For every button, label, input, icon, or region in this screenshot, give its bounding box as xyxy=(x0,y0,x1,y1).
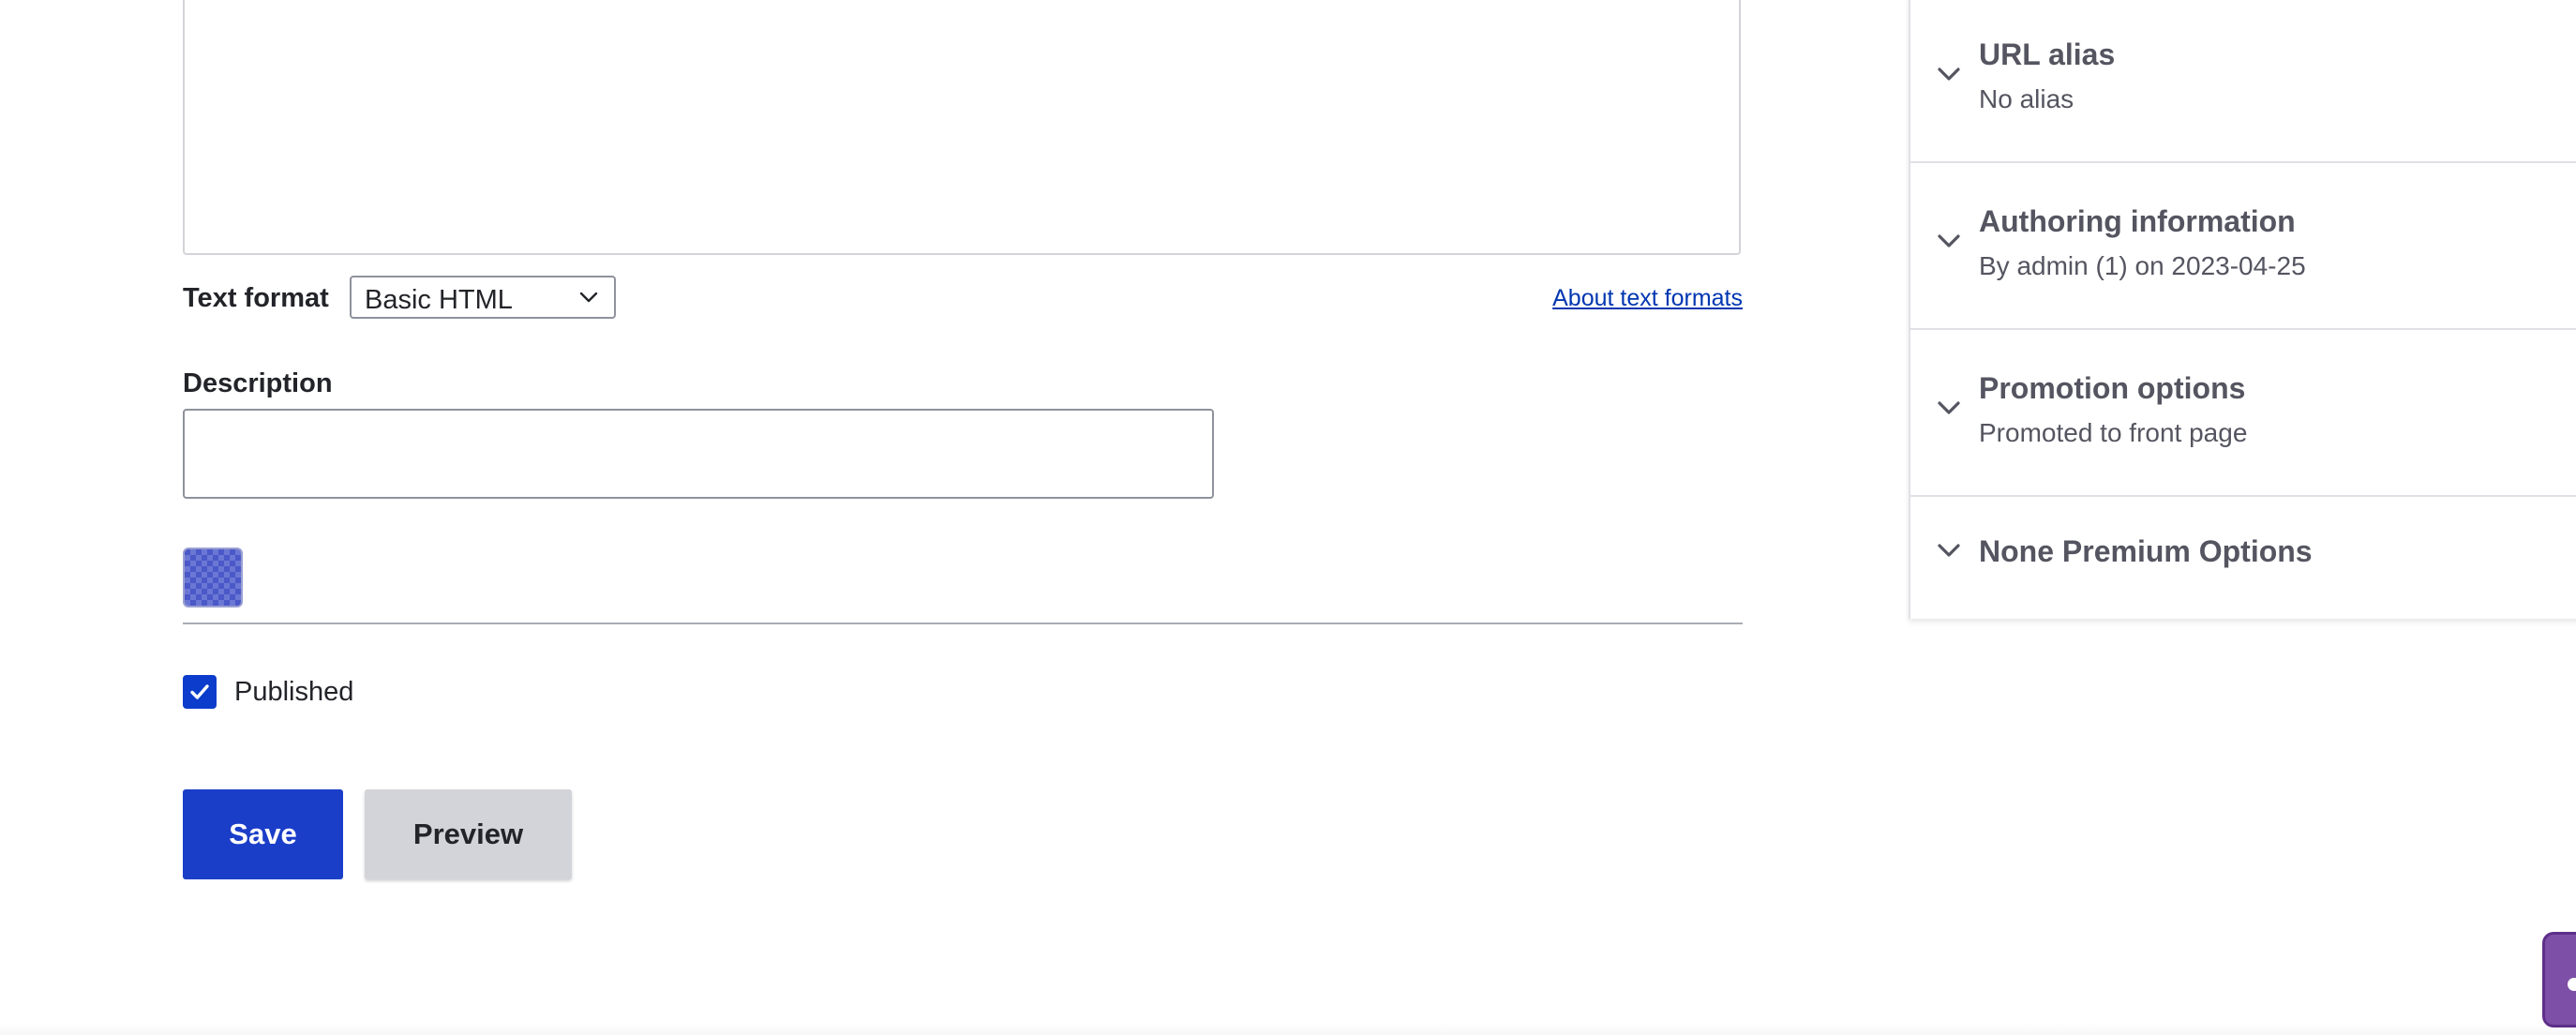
sidebar-item-title: Promotion options xyxy=(1979,371,2246,405)
sidebar-item-summary: Promoted to front page xyxy=(1979,418,2248,447)
sidebar-item-promotion-options[interactable]: Promotion options Promoted to front page xyxy=(1910,330,2576,497)
sidebar-item-authoring-information[interactable]: Authoring information By admin (1) on 20… xyxy=(1910,163,2576,330)
preview-button[interactable]: Preview xyxy=(365,789,572,879)
node-edit-page: Text format Basic HTML About text format… xyxy=(0,0,2576,1035)
text-format-selected-value: Basic HTML xyxy=(365,285,513,315)
divider xyxy=(183,622,1743,624)
help-tab-button[interactable] xyxy=(2542,932,2576,1028)
sidebar-item-summary: By admin (1) on 2023-04-25 xyxy=(1979,251,2306,280)
published-checkbox[interactable] xyxy=(183,675,217,709)
chevron-down-icon xyxy=(1938,401,1960,414)
sidebar-item-url-alias[interactable]: URL alias No alias xyxy=(1910,0,2576,163)
chevron-down-icon xyxy=(1938,68,1960,81)
help-tab-icon xyxy=(2568,978,2576,991)
sidebar-item-none-premium-options[interactable]: None Premium Options xyxy=(1910,497,2576,622)
text-format-label: Text format xyxy=(183,283,329,313)
chevron-down-icon xyxy=(1938,234,1960,248)
body-text-editor[interactable] xyxy=(183,0,1741,255)
about-text-formats-link[interactable]: About text formats xyxy=(1552,285,1743,312)
description-label: Description xyxy=(183,368,333,398)
save-button[interactable]: Save xyxy=(183,789,343,879)
sidebar-item-summary: No alias xyxy=(1979,84,2074,113)
color-swatch-icon[interactable] xyxy=(183,548,243,608)
meta-sidebar: URL alias No alias Authoring information… xyxy=(1909,0,2576,619)
published-label: Published xyxy=(234,677,354,707)
sidebar-item-title: Authoring information xyxy=(1979,204,2296,238)
text-format-select[interactable]: Basic HTML xyxy=(350,276,616,319)
chevron-down-icon xyxy=(1938,544,1960,557)
sidebar-item-title: URL alias xyxy=(1979,38,2116,71)
page-bottom-shade xyxy=(0,1022,2576,1035)
checkmark-icon xyxy=(190,684,209,699)
text-format-row: Text format Basic HTML About text format… xyxy=(183,276,1743,321)
chevron-down-icon xyxy=(579,292,598,303)
sidebar-item-title: None Premium Options xyxy=(1979,534,2313,568)
description-input[interactable] xyxy=(183,409,1214,499)
